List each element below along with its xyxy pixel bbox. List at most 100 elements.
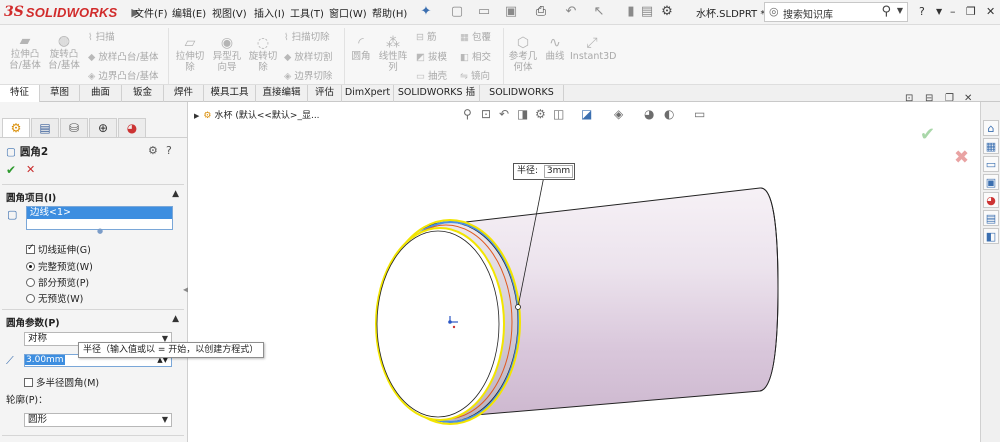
tangent-propagation-checkbox[interactable]: 切线延伸(G) <box>26 242 91 256</box>
forum-icon[interactable]: ◧ <box>983 228 999 244</box>
select-arrow-icon[interactable]: ↖ <box>591 4 607 20</box>
multi-radius-checkbox[interactable]: 多半径圆角(M) <box>24 375 99 389</box>
detailed-preview-icon[interactable]: ⚙ <box>148 144 158 157</box>
boundary-boss-button[interactable]: ◈ 边界凸台/基体 <box>88 68 159 82</box>
swept-cut-button[interactable]: ⌇ 扫描切除 <box>284 29 330 43</box>
home-icon[interactable]: ⌂ <box>983 120 999 136</box>
dimxpert-manager-tab-icon[interactable]: ⊕ <box>89 118 117 137</box>
lofted-cut-button[interactable]: ◆ 放样切割 <box>284 49 332 63</box>
shell-button[interactable]: ▭ 抽壳 <box>416 68 447 82</box>
search-knowledge-base[interactable]: ◎ 搜索知识库 ⚲ ▼ <box>764 2 908 22</box>
draft-button[interactable]: ◩ 拔模 <box>416 49 447 63</box>
tab-surfaces[interactable]: 曲面 <box>80 85 122 102</box>
rebuild-icon[interactable]: ▮ <box>623 4 639 20</box>
mirror-button[interactable]: ⇋ 镜向 <box>460 68 490 82</box>
no-preview-radio[interactable]: 无预览(W) <box>26 291 83 305</box>
hole-wizard-button[interactable]: ◉ 异型孔 向导 <box>209 35 245 73</box>
chevron-up-icon[interactable]: ▲ <box>172 314 179 324</box>
revolve-boss-button[interactable]: ◍ 旋转凸 台/基体 <box>45 33 83 71</box>
chevron-down-icon[interactable]: ▼ <box>162 414 168 426</box>
new-document-icon[interactable]: ▢ <box>449 4 465 20</box>
reference-geometry-button[interactable]: ⬡ 参考几 何体 <box>506 35 540 73</box>
tab-sketch[interactable]: 草图 <box>40 85 80 102</box>
menu-file[interactable]: 文件(F) <box>134 5 168 20</box>
loft-button[interactable]: ◆ 放样凸台/基体 <box>88 49 159 63</box>
tab-mold-tools[interactable]: 模具工具 <box>204 85 256 102</box>
profile-dropdown[interactable]: 圆形 ▼ <box>24 413 172 427</box>
help-icon[interactable]: ? <box>166 144 172 157</box>
property-manager-tab-icon[interactable]: ▤ <box>31 118 59 137</box>
appearances-icon[interactable]: ◕ <box>983 192 999 208</box>
menu-window[interactable]: 窗口(W) <box>329 5 367 20</box>
radio-button[interactable] <box>26 294 35 303</box>
radius-value[interactable]: 3.00mm <box>25 355 65 365</box>
curves-button[interactable]: ∿ 曲线 <box>542 35 568 62</box>
design-library-icon[interactable]: ▦ <box>983 138 999 154</box>
boundary-cut-button[interactable]: ◈ 边界切除 <box>284 68 332 82</box>
restore-icon[interactable]: ❐ <box>966 5 976 18</box>
feature-manager-tab-icon[interactable]: ⚙ <box>2 118 30 137</box>
display-manager-tab-icon[interactable]: ◕ <box>118 118 146 137</box>
radio-button[interactable] <box>26 262 35 271</box>
tab-direct-editing[interactable]: 直接编辑 <box>256 85 308 102</box>
menu-edit[interactable]: 编辑(E) <box>172 5 206 20</box>
menu-help[interactable]: 帮助(H) <box>372 5 407 20</box>
callout-anchor[interactable] <box>515 304 521 310</box>
close-icon[interactable]: ✕ <box>986 5 995 18</box>
checkbox[interactable] <box>24 378 33 387</box>
graphics-area[interactable]: ▶ ⚙ 水杯 (默认<<默认>_显... ⚲ ⊡ ↶ ◨ ⚙ ◫ ◪ ◈ ◕ ◐ ▭… <box>188 93 980 442</box>
help-icon[interactable]: ? <box>919 5 925 18</box>
search-input[interactable]: 搜索知识库 <box>783 6 833 21</box>
save-icon[interactable]: ▣ <box>503 4 519 20</box>
radius-callout[interactable]: 半径: 3mm <box>513 163 575 180</box>
menu-view[interactable]: 视图(V) <box>212 5 247 20</box>
solidworks-logo[interactable]: 3S SOLIDWORKS ▶ <box>4 3 140 21</box>
section-fillet-parameters[interactable]: 圆角参数(P) <box>6 315 60 329</box>
instant3d-button[interactable]: ⤢ Instant3D <box>570 35 616 62</box>
tab-evaluate[interactable]: 评估 <box>308 85 342 102</box>
linear-pattern-button[interactable]: ⁂ 线性阵 列 <box>376 35 410 73</box>
undo-icon[interactable]: ↶ <box>563 4 579 20</box>
radio-button[interactable] <box>26 278 35 287</box>
rib-button[interactable]: ⊟ 筋 <box>416 29 436 43</box>
ok-check-icon[interactable]: ✔ <box>6 163 16 177</box>
full-preview-radio[interactable]: 完整预览(W) <box>26 259 93 273</box>
tab-sheet-metal[interactable]: 钣金 <box>122 85 164 102</box>
list-resize-handle[interactable]: ● <box>97 227 103 235</box>
configuration-manager-tab-icon[interactable]: ⛁ <box>60 118 88 137</box>
chevron-down-icon[interactable]: ▼ <box>897 6 903 15</box>
chevron-up-icon[interactable]: ▲ <box>172 189 179 199</box>
tab-dimxpert[interactable]: DimXpert <box>342 85 394 102</box>
wrap-button[interactable]: ▦ 包覆 <box>460 29 491 43</box>
custom-properties-icon[interactable]: ▤ <box>983 210 999 226</box>
pin-icon[interactable]: ✦ <box>418 4 434 20</box>
extrude-cut-button[interactable]: ▱ 拉伸切 除 <box>172 35 208 73</box>
tab-weldments[interactable]: 焊件 <box>164 85 204 102</box>
menu-insert[interactable]: 插入(I) <box>254 5 285 20</box>
tab-features[interactable]: 特征 <box>0 85 40 102</box>
tab-solidworks-mbd[interactable]: SOLIDWORKS MBD <box>480 85 564 114</box>
edge-list-item[interactable]: 边线<1> <box>27 207 172 219</box>
extrude-boss-button[interactable]: ▰ 拉伸凸 台/基体 <box>6 33 44 71</box>
checkbox[interactable] <box>26 243 35 254</box>
search-icon[interactable]: ⚲ <box>881 4 891 19</box>
minimize-icon[interactable]: – <box>950 5 956 18</box>
view-palette-icon[interactable]: ▣ <box>983 174 999 190</box>
options-gear-icon[interactable]: ⚙ <box>659 4 675 20</box>
menu-tools[interactable]: 工具(T) <box>290 5 324 20</box>
cup-model-viewport[interactable] <box>188 102 980 442</box>
sweep-button[interactable]: ⌇ 扫描 <box>88 29 115 43</box>
file-explorer-icon[interactable]: ▭ <box>983 156 999 172</box>
open-folder-icon[interactable]: ▭ <box>476 4 492 20</box>
file-properties-icon[interactable]: ▤ <box>639 4 655 20</box>
revolve-cut-button[interactable]: ◌ 旋转切 除 <box>245 35 281 73</box>
section-fillet-items[interactable]: 圆角项目(I) <box>6 190 56 204</box>
intersect-button[interactable]: ◧ 相交 <box>460 49 491 63</box>
tab-solidworks-addins[interactable]: SOLIDWORKS 插件 <box>394 85 480 114</box>
cancel-x-icon[interactable]: ✕ <box>26 163 35 176</box>
partial-preview-radio[interactable]: 部分预览(P) <box>26 275 89 289</box>
print-icon[interactable]: ⎙ <box>533 4 549 20</box>
fillet-button[interactable]: ◜ 圆角 <box>348 35 374 62</box>
callout-value[interactable]: 3mm <box>543 165 574 178</box>
chevron-down-icon[interactable]: ▼ <box>936 7 942 16</box>
